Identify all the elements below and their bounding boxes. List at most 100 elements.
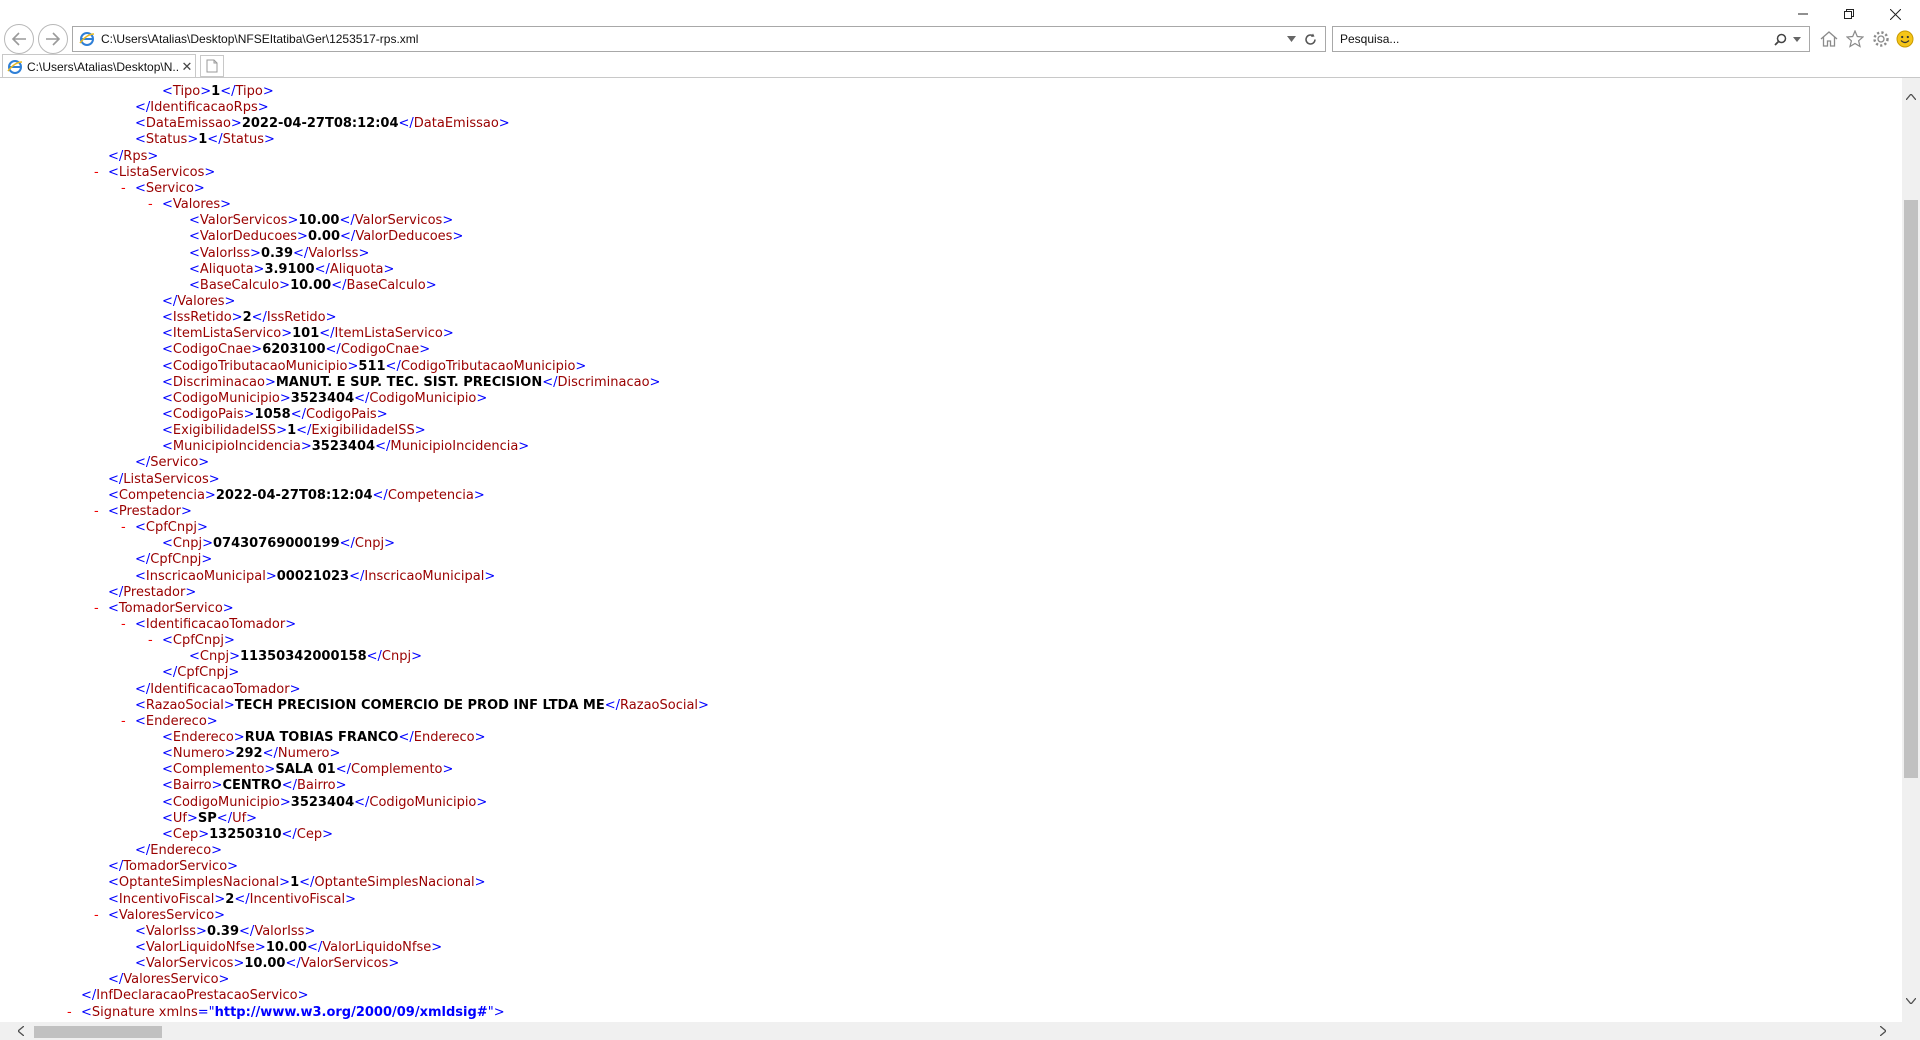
tag-name: ValorDeducoes — [355, 229, 453, 245]
bracket: < — [189, 245, 200, 261]
element-value: 101 — [292, 326, 320, 342]
tag-name: ListaServicos — [123, 471, 209, 487]
bracket: > — [230, 116, 242, 132]
bracket: > — [281, 326, 293, 342]
bracket: > — [254, 939, 266, 955]
collapse-toggle[interactable]: - — [94, 601, 99, 617]
collapse-toggle[interactable]: - — [121, 181, 126, 197]
collapse-toggle[interactable]: - — [148, 197, 153, 213]
bracket: </ — [542, 374, 558, 390]
bracket: </ — [331, 277, 347, 293]
collapse-toggle[interactable]: - — [94, 908, 99, 924]
bracket: > — [229, 649, 240, 665]
xml-line-content: <ValorDeducoes>0.00</ValorDeducoes> — [189, 229, 463, 245]
tab-close-icon[interactable]: ✕ — [179, 59, 195, 75]
tag-name: OptanteSimplesNacional — [118, 875, 280, 891]
element-value: 3523404 — [290, 794, 355, 810]
tag-name: ValoresServico — [118, 907, 215, 923]
new-tab-button[interactable] — [200, 55, 224, 77]
tag-name: Cnpj — [199, 649, 230, 665]
tag-name: Rps — [123, 148, 148, 164]
xml-line-content: </CpfCnpj> — [162, 665, 239, 681]
search-icon[interactable] — [1774, 33, 1787, 46]
collapse-toggle[interactable]: - — [67, 1005, 72, 1021]
scroll-right-arrow-icon[interactable] — [1874, 1022, 1892, 1040]
bracket: > — [484, 568, 496, 584]
tag-name: Valores — [172, 197, 221, 213]
forward-button[interactable] — [38, 24, 68, 54]
bracket: > — [335, 778, 347, 794]
bracket: </ — [314, 261, 330, 277]
xml-line-content: <IncentivoFiscal>2</IncentivoFiscal> — [108, 892, 356, 908]
xml-line-content: <CpfCnpj> — [135, 520, 208, 536]
bracket: > — [231, 310, 243, 326]
address-dropdown-icon[interactable] — [1287, 36, 1296, 42]
bracket: </ — [366, 649, 382, 665]
search-box[interactable] — [1332, 26, 1810, 52]
settings-gear-icon[interactable] — [1870, 28, 1892, 50]
minimize-icon[interactable] — [1780, 0, 1826, 28]
bracket: > — [411, 649, 423, 665]
browser-tab[interactable]: C:\Users\Atalias\Desktop\N... ✕ — [2, 54, 196, 78]
element-value: 6203100 — [262, 342, 326, 358]
xml-line-content: <CodigoCnae>6203100</CodigoCnae> — [162, 342, 430, 358]
scroll-up-arrow-icon[interactable] — [1902, 88, 1920, 106]
home-icon[interactable] — [1818, 28, 1840, 50]
bracket: </ — [335, 762, 351, 778]
bracket: < — [189, 213, 200, 229]
collapse-toggle[interactable]: - — [94, 165, 99, 181]
bracket: < — [162, 826, 173, 842]
search-dropdown-icon[interactable] — [1793, 36, 1801, 42]
restore-icon[interactable] — [1826, 0, 1872, 28]
xml-line-content: <CodigoMunicipio>3523404</CodigoMunicipi… — [162, 391, 487, 407]
xml-line-content: <Endereco> — [135, 714, 218, 730]
tag-name: Complemento — [351, 762, 443, 778]
back-button[interactable] — [4, 24, 34, 54]
bracket: < — [162, 374, 173, 390]
bracket: < — [135, 568, 146, 584]
close-icon[interactable] — [1872, 0, 1918, 28]
favorites-star-icon[interactable] — [1844, 28, 1866, 50]
horizontal-scrollbar[interactable] — [0, 1022, 1902, 1040]
element-value: MANUT. E SUP. TEC. SIST. PRECISION — [275, 374, 543, 390]
tag-name: ValorServicos — [354, 213, 443, 229]
bracket: < — [135, 697, 146, 713]
xml-line-content: <ValorServicos>10.00</ValorServicos> — [189, 213, 453, 229]
forward-arrow-icon — [46, 32, 61, 46]
xml-line-content: <TomadorServico> — [108, 601, 234, 617]
bracket: </ — [251, 310, 267, 326]
collapse-toggle[interactable]: - — [121, 617, 126, 633]
collapse-toggle[interactable]: - — [94, 504, 99, 520]
xml-line-content: </Endereco> — [135, 843, 222, 859]
address-bar[interactable]: C:\Users\Atalias\Desktop\NFSEItatiba\Ger… — [72, 26, 1326, 52]
bracket: < — [162, 326, 173, 342]
tag-name: Competencia — [387, 487, 474, 503]
xml-line-content: <OptanteSimplesNacional>1</OptanteSimple… — [108, 875, 486, 891]
search-input[interactable] — [1333, 32, 1774, 46]
element-value: 0.39 — [260, 245, 294, 261]
scroll-down-arrow-icon[interactable] — [1902, 992, 1920, 1010]
bracket: > — [425, 277, 437, 293]
bracket: < — [135, 956, 146, 972]
collapse-toggle[interactable]: - — [121, 714, 126, 730]
xml-line-content: <Uf>SP</Uf> — [162, 811, 257, 827]
collapse-toggle[interactable]: - — [148, 633, 153, 649]
vertical-scroll-thumb[interactable] — [1904, 200, 1918, 778]
bracket: > — [208, 471, 220, 487]
bracket: < — [135, 520, 146, 536]
tag-name: CodigoCnae — [172, 342, 252, 358]
xml-line-content: <CodigoTributacaoMunicipio>511</CodigoTr… — [162, 359, 586, 375]
tag-name: Endereco — [413, 730, 475, 745]
browser-chrome: C:\Users\Atalias\Desktop\NFSEItatiba\Ger… — [0, 0, 1920, 78]
refresh-icon[interactable] — [1304, 33, 1317, 46]
bracket: > — [376, 407, 388, 422]
bracket: < — [189, 261, 200, 277]
bracket: </ — [398, 730, 414, 745]
address-url[interactable]: C:\Users\Atalias\Desktop\NFSEItatiba\Ger… — [101, 32, 1287, 46]
horizontal-scroll-thumb[interactable] — [34, 1026, 162, 1038]
bracket: < — [162, 730, 173, 745]
scroll-left-arrow-icon[interactable] — [12, 1022, 30, 1040]
smiley-feedback-icon[interactable] — [1894, 28, 1916, 50]
bracket: > — [224, 746, 236, 762]
collapse-toggle[interactable]: - — [121, 520, 126, 536]
